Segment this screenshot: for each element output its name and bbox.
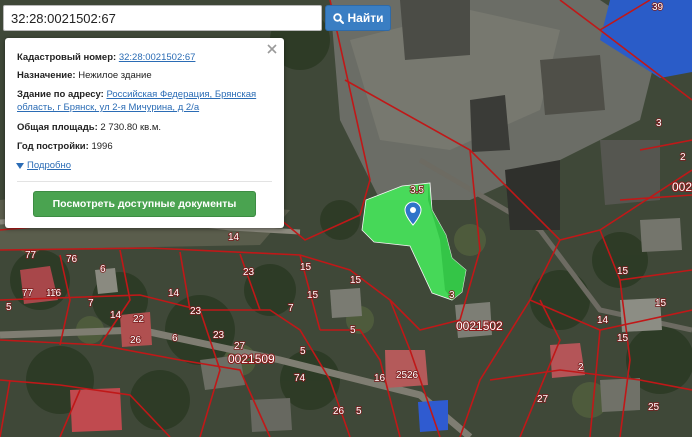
search-button[interactable]: Найти	[325, 5, 391, 31]
parcel-number-label: 27	[537, 394, 549, 405]
parcel-number-label: 5	[350, 325, 356, 336]
parcel-number-label: 5	[356, 406, 362, 417]
details-link[interactable]: Подробно	[27, 160, 71, 171]
parcel-number-label: 5	[300, 346, 306, 357]
parcel-number-label: 25	[648, 402, 660, 413]
parcel-number-label: 6	[172, 333, 178, 344]
parcel-number-label: 15	[617, 333, 629, 344]
year-row: Год постройки: 1996	[17, 140, 270, 153]
area-label: Общая площадь:	[17, 122, 98, 133]
parcel-number-label: 7	[88, 298, 94, 309]
parcel-number-label: 22	[133, 314, 145, 325]
parcel-number-label: 15	[300, 262, 312, 273]
parcel-number-label: 15	[307, 290, 319, 301]
search-icon	[332, 12, 344, 24]
search-input[interactable]	[3, 5, 322, 31]
purpose-row: Назначение: Нежилое здание	[17, 69, 270, 82]
parcel-number-label: 39	[652, 2, 664, 13]
parcel-number-label: 23	[243, 267, 255, 278]
parcel-number-label: 74	[294, 373, 306, 384]
view-documents-button[interactable]: Посмотреть доступные документы	[33, 191, 256, 217]
info-popup: Кадастровый номер: 32:28:0021502:67 Назн…	[5, 38, 284, 228]
parcel-number-label: 23	[190, 306, 202, 317]
caret-down-icon	[16, 162, 24, 169]
parcel-number-label: 25	[396, 370, 408, 381]
parcel-number-label: 76	[66, 254, 78, 265]
address-label: Здание по адресу:	[17, 89, 104, 100]
details-toggle[interactable]: Подробно	[16, 160, 71, 171]
area-row: Общая площадь: 2 730.80 кв.м.	[17, 121, 270, 134]
parcel-number-label: 15	[655, 298, 667, 309]
parcel-number-label: 2	[578, 362, 584, 373]
parcel-number-label: 77	[25, 250, 37, 261]
quarter-label: 0021502	[456, 319, 503, 333]
parcel-number-label: 16	[50, 288, 62, 299]
cadastral-number-row: Кадастровый номер: 32:28:0021502:67	[17, 51, 270, 64]
purpose-value: Нежилое здание	[78, 70, 152, 81]
parcel-number-label: 14	[228, 232, 240, 243]
parcel-number-label: 77	[22, 288, 34, 299]
parcel-number-label: 27	[234, 341, 246, 352]
year-label: Год постройки:	[17, 141, 89, 152]
parcel-number-label: 3	[656, 118, 662, 129]
parcel-number-label: 15	[617, 266, 629, 277]
year-value: 1996	[91, 141, 113, 152]
parcel-number-label: 7	[288, 303, 294, 314]
parcel-number-label: 15	[350, 275, 362, 286]
parcel-number-label: 6	[100, 264, 106, 275]
quarter-label: 002	[672, 180, 692, 194]
building-area-label: 3.5	[410, 185, 424, 196]
parcel-number-label: 5	[6, 302, 12, 313]
cadastral-number-link[interactable]: 32:28:0021502:67	[119, 52, 196, 63]
parcel-number-label: 16	[374, 373, 386, 384]
parcel-number-label: 3	[449, 290, 455, 301]
parcel-number-label: 2	[680, 152, 686, 163]
purpose-label: Назначение:	[17, 70, 76, 81]
parcel-number-label: 26	[130, 335, 142, 346]
parcel-number-label: 14	[168, 288, 180, 299]
parcel-number-label: 26	[333, 406, 345, 417]
parcel-number-label: 14	[110, 310, 122, 321]
search-button-label: Найти	[347, 11, 384, 25]
address-row: Здание по адресу: Российская Федерация, …	[17, 88, 270, 114]
quarter-label: 0021509	[228, 352, 275, 366]
area-value: 2 730.80 кв.м.	[100, 122, 162, 133]
divider	[17, 181, 272, 182]
parcel-number-label: 26	[407, 370, 419, 381]
parcel-number-label: 23	[213, 330, 225, 341]
cadastral-number-label: Кадастровый номер:	[17, 52, 117, 63]
parcel-number-label: 14	[597, 315, 609, 326]
